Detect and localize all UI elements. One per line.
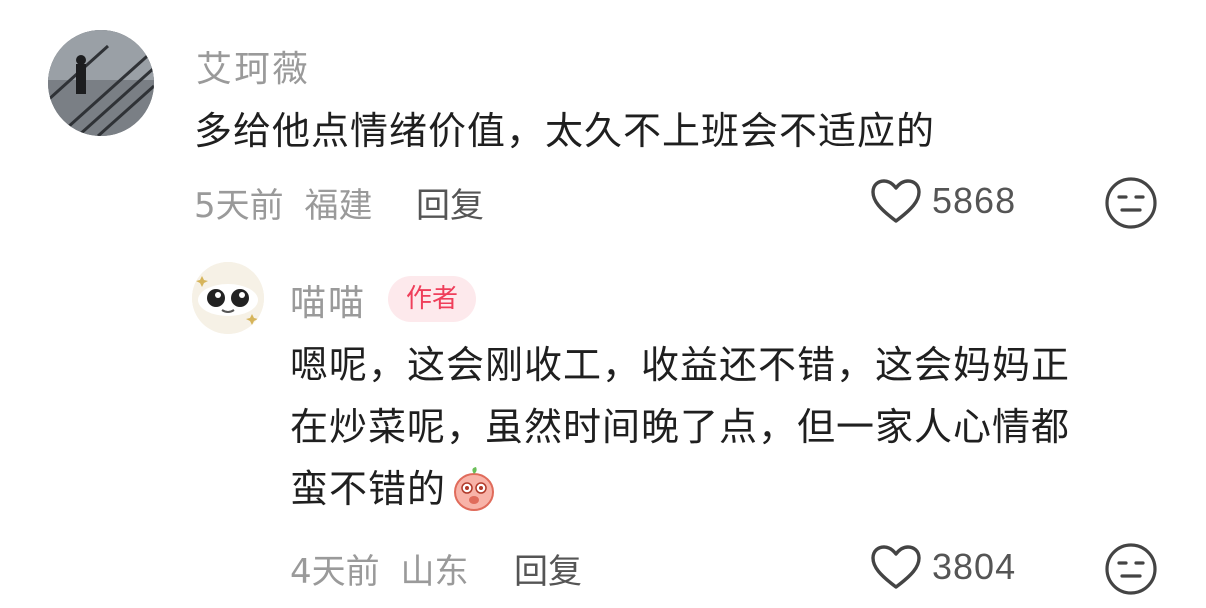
comment-text-span: 蛮不错的 [290, 467, 447, 511]
reply-button[interactable]: 回复 [416, 178, 484, 227]
avatar-image [192, 262, 264, 334]
comment-text-line: 蛮不错的 [290, 458, 1070, 530]
comment-time: 5天前 [194, 186, 284, 226]
avatar[interactable] [192, 262, 264, 334]
comment-text-line: 在炒菜呢，虽然时间晚了点，但一家人心情都 [290, 405, 1071, 449]
comment-text: 多给他点情绪价值，太久不上班会不适应的 [194, 109, 936, 153]
like-button[interactable]: 5868 [870, 178, 1016, 224]
comment-meta: 4天前 山东 [290, 544, 468, 593]
avatar[interactable] [48, 30, 154, 136]
avatar-image [48, 30, 154, 136]
reply-button[interactable]: 回复 [514, 544, 582, 593]
author-badge: 作者 [388, 276, 477, 322]
heart-icon [871, 545, 921, 589]
username[interactable]: 艾珂薇 [196, 40, 310, 92]
username[interactable]: 喵喵 [290, 274, 366, 326]
like-count: 3804 [932, 546, 1017, 587]
comment-text: 嗯呢，这会刚收工，收益还不错，这会妈妈正 在炒菜呢，虽然时间晚了点，但一家人心情… [290, 334, 1070, 530]
comment-meta: 5天前 福建 [194, 178, 372, 227]
heart-icon [871, 179, 921, 223]
emoji-face-icon[interactable] [1104, 542, 1158, 600]
like-count: 5868 [932, 180, 1017, 221]
comment-time: 4天前 [290, 552, 380, 592]
comment-location: 福建 [304, 186, 373, 226]
peach-emoji-icon [450, 464, 498, 530]
emoji-face-icon[interactable] [1104, 176, 1158, 234]
comment-location: 山东 [400, 552, 469, 592]
comment-text-line: 嗯呢，这会刚收工，收益还不错，这会妈妈正 [290, 343, 1071, 387]
like-button[interactable]: 3804 [870, 544, 1016, 590]
